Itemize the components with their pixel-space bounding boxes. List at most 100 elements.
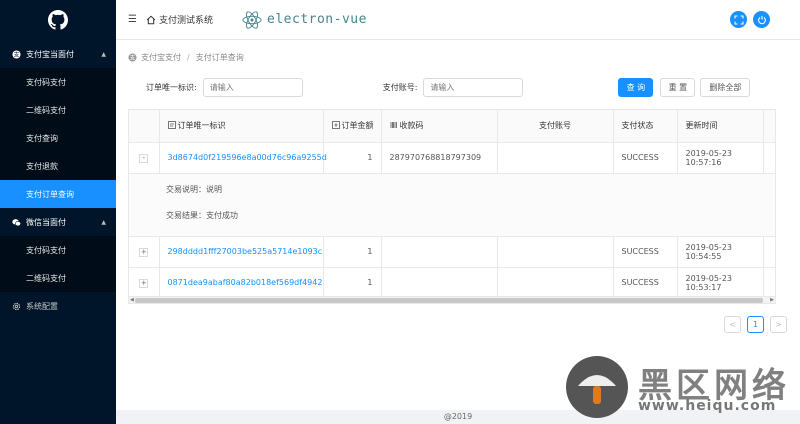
scroll-right-icon[interactable]: ▶ xyxy=(770,297,774,303)
power-icon xyxy=(757,15,766,24)
scroll-left-icon[interactable]: ◀ xyxy=(130,297,134,303)
account-input[interactable] xyxy=(423,77,524,97)
trade-description: 交易说明：说明 xyxy=(166,184,222,194)
amount-cell: 1 xyxy=(323,142,382,174)
horizontal-scrollbar[interactable]: ◀ ▶ xyxy=(129,296,775,303)
delete-all-button[interactable]: 删除全部 xyxy=(700,77,751,97)
menu-item-pay-query[interactable]: 支付查询 xyxy=(0,124,116,152)
code-cell: 287970768818797309 xyxy=(381,142,498,174)
column-header-code: 收款码 xyxy=(381,110,498,143)
menu-item-system-config[interactable]: 系统配置 xyxy=(0,292,116,320)
alipay-breadcrumb-icon: 支 xyxy=(128,53,137,62)
column-header-status: 支付状态 xyxy=(613,110,678,143)
menu-group-label: 支付宝当面付 xyxy=(26,49,74,59)
breadcrumb-item: 支付订单查询 xyxy=(195,53,244,62)
page-number-button[interactable]: 1 xyxy=(747,316,764,333)
logout-button[interactable] xyxy=(753,11,770,28)
menu-group-label: 微信当面付 xyxy=(26,217,66,227)
prev-page-button[interactable]: < xyxy=(724,316,741,333)
account-cell xyxy=(497,142,614,174)
updated-cell: 2019-05-23 10:53:17 xyxy=(677,267,764,299)
column-header-order-id: 订单唯一标识 xyxy=(159,110,324,143)
barcode-icon xyxy=(390,121,398,129)
expanded-row-detail: 交易说明：说明 交易结果：支付成功 xyxy=(129,173,775,237)
menu-group-alipay[interactable]: 支 支付宝当面付 ▲ xyxy=(0,40,116,68)
column-header-updated: 更新时间 xyxy=(677,110,764,143)
amount-cell: 1 xyxy=(323,267,382,299)
table-header-row: 订单唯一标识 订单金额 收款码 支付账号 支付状态 更新时间 xyxy=(129,110,775,143)
expand-column-header xyxy=(129,110,160,143)
wechat-icon xyxy=(12,218,21,227)
sidebar: 支 支付宝当面付 ▲ 支付码支付 二维码支付 支付查询 支付退款 支付订单查询 … xyxy=(0,0,116,424)
order-id-link[interactable]: 3d8674d0f219596e8a00d76c96a9255d xyxy=(168,153,327,162)
trade-result: 交易结果：支付成功 xyxy=(166,210,238,220)
amount-cell: 1 xyxy=(323,236,382,268)
reset-button[interactable]: 重 置 xyxy=(660,77,696,97)
watermark-url: www.heiqu.com xyxy=(638,398,777,414)
breadcrumb: 支 支付宝支付 / 支付订单查询 xyxy=(128,52,244,63)
order-id-link[interactable]: 0871dea9abaf80a82b018ef569df4942 xyxy=(168,278,323,287)
home-label: 支付测试系统 xyxy=(159,16,214,26)
scrollbar-thumb[interactable] xyxy=(135,298,763,303)
table-row: + 0871dea9abaf80a82b018ef569df4942 1 SUC… xyxy=(129,267,775,299)
order-id-link[interactable]: 298dddd1fff27003be525a5714e1093c xyxy=(168,247,323,256)
money-icon xyxy=(331,121,340,130)
menu-item-pay-refund[interactable]: 支付退款 xyxy=(0,152,116,180)
header-actions xyxy=(730,11,770,28)
account-cell xyxy=(497,236,614,268)
account-label: 支付账号: xyxy=(382,82,418,92)
row-expand-button[interactable]: + xyxy=(139,247,149,257)
breadcrumb-item[interactable]: 支付宝支付 xyxy=(141,52,181,63)
query-button[interactable]: 查 询 xyxy=(618,77,654,97)
menu-item-wechat-qrcode-pay[interactable]: 二维码支付 xyxy=(0,264,116,292)
github-icon xyxy=(48,10,68,30)
status-cell: SUCCESS xyxy=(613,142,678,174)
column-header-amount: 订单金额 xyxy=(323,110,382,143)
fullscreen-button[interactable] xyxy=(730,11,747,28)
brand-text: electron-vue xyxy=(267,12,367,27)
electron-logo-icon xyxy=(242,10,262,29)
order-id-input[interactable] xyxy=(202,77,303,97)
next-page-button[interactable]: > xyxy=(770,316,787,333)
menu-group-wechat[interactable]: 微信当面付 ▲ xyxy=(0,208,116,236)
status-cell: SUCCESS xyxy=(613,236,678,268)
account-cell xyxy=(497,267,614,299)
order-table: 订单唯一标识 订单金额 收款码 支付账号 支付状态 更新时间 - 3d8674d… xyxy=(128,109,776,304)
pagination: < 1 > xyxy=(724,316,787,333)
github-logo[interactable] xyxy=(0,0,116,40)
status-cell: SUCCESS xyxy=(613,267,678,299)
fullscreen-icon xyxy=(733,14,744,25)
svg-text:支: 支 xyxy=(14,50,20,58)
svg-text:支: 支 xyxy=(130,54,136,62)
home-link[interactable]: 支付测试系统 xyxy=(146,13,213,26)
updated-cell: 2019-05-23 10:54:55 xyxy=(677,236,764,268)
home-icon xyxy=(146,15,156,24)
column-header-account: 支付账号 xyxy=(497,110,614,143)
table-row: + 298dddd1fff27003be525a5714e1093c 1 SUC… xyxy=(129,236,775,268)
menu-item-barcode-pay[interactable]: 支付码支付 xyxy=(0,68,116,96)
order-id-label: 订单唯一标识: xyxy=(146,82,197,92)
row-expand-button[interactable]: + xyxy=(139,278,149,288)
menu-toggle-icon[interactable]: ☰ xyxy=(128,14,140,25)
row-collapse-button[interactable]: - xyxy=(139,153,149,163)
table-row: - 3d8674d0f219596e8a00d76c96a9255d 1 287… xyxy=(129,142,775,174)
caret-up-icon: ▲ xyxy=(101,218,106,226)
submenu-wechat: 支付码支付 二维码支付 xyxy=(0,236,116,292)
watermark-mushroom-icon xyxy=(566,356,628,418)
brand: electron-vue xyxy=(241,9,367,31)
header: ☰ 支付测试系统 electron-vue xyxy=(116,0,800,40)
menu-item-qrcode-pay[interactable]: 二维码支付 xyxy=(0,96,116,124)
menu-item-order-query[interactable]: 支付订单查询 xyxy=(0,180,116,208)
doc-icon xyxy=(167,121,176,130)
watermark: 黑区网络 www.heiqu.com xyxy=(566,352,800,424)
code-cell xyxy=(381,236,498,268)
submenu-alipay: 支付码支付 二维码支付 支付查询 支付退款 支付订单查询 xyxy=(0,68,116,208)
search-form: 订单唯一标识: 支付账号: 查 询 重 置 删除全部 xyxy=(146,77,786,97)
updated-cell: 2019-05-23 10:57:16 xyxy=(677,142,764,174)
breadcrumb-separator: / xyxy=(187,53,190,62)
column-header-overflow xyxy=(763,110,775,143)
menu-item-wechat-barcode-pay[interactable]: 支付码支付 xyxy=(0,236,116,264)
caret-up-icon: ▲ xyxy=(101,50,106,58)
gear-icon xyxy=(12,302,21,311)
alipay-icon: 支 xyxy=(12,49,21,59)
